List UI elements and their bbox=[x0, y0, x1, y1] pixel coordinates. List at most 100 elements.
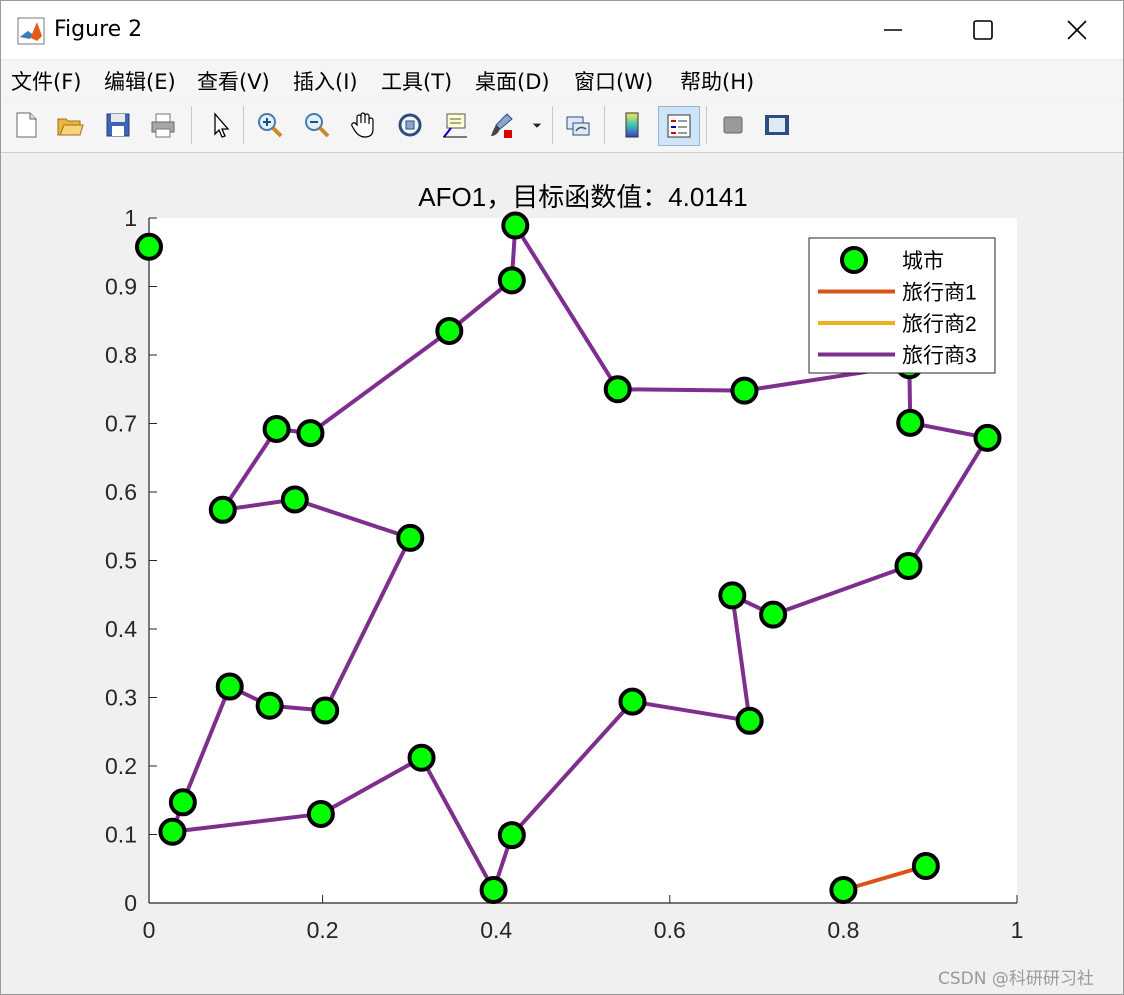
menu-desktop[interactable]: 桌面(D) bbox=[475, 66, 550, 96]
maximize-icon bbox=[973, 20, 993, 40]
x-tick-label: 0.6 bbox=[654, 917, 686, 943]
toolbar-separator bbox=[706, 106, 707, 144]
city-marker bbox=[759, 600, 788, 629]
city-marker bbox=[735, 706, 764, 735]
figure-window: Figure 2 文件(F) 编辑(E) 查看(V) 插入(I) 工具(T) 桌… bbox=[0, 0, 1124, 995]
hide-plot-tools-icon bbox=[723, 116, 743, 134]
zoom-in-icon bbox=[258, 113, 283, 138]
legend-label: 城市 bbox=[902, 250, 944, 273]
x-tick-label: 0 bbox=[143, 917, 156, 943]
y-tick-label: 0.4 bbox=[105, 616, 137, 642]
data-cursor-button[interactable] bbox=[438, 106, 472, 144]
watermark: CSDN @科研研习社 bbox=[938, 969, 1094, 989]
toolbar-separator bbox=[243, 106, 244, 144]
city-marker bbox=[280, 485, 309, 514]
y-tick-label: 0.9 bbox=[105, 274, 137, 300]
title-bar[interactable]: Figure 2 bbox=[1, 1, 1123, 59]
x-tick-label: 0.8 bbox=[827, 917, 859, 943]
city-marker bbox=[306, 799, 335, 828]
figure-canvas: AFO1，目标函数值：4.0141 0 0.2 0.4 0.6 0.8 1 0 0.1 0.2 0… bbox=[1, 153, 1123, 994]
city-marker bbox=[135, 232, 163, 261]
city-marker bbox=[255, 691, 284, 720]
city-marker bbox=[497, 266, 526, 295]
legend-icon bbox=[667, 114, 691, 138]
city-marker bbox=[435, 317, 464, 346]
city-marker bbox=[718, 581, 747, 610]
save-button[interactable] bbox=[101, 106, 135, 144]
brush-icon bbox=[491, 113, 513, 138]
minimize-icon bbox=[884, 29, 902, 31]
hide-plot-tools-button[interactable] bbox=[716, 106, 750, 144]
city-marker bbox=[479, 875, 508, 904]
menu-insert[interactable]: 插入(I) bbox=[293, 66, 358, 96]
menu-tools[interactable]: 工具(T) bbox=[381, 66, 452, 96]
y-tick-label: 0.5 bbox=[105, 548, 137, 574]
x-tick-label: 0.4 bbox=[480, 917, 512, 943]
city-marker bbox=[208, 495, 237, 524]
brush-dropdown-button[interactable] bbox=[527, 106, 547, 144]
colorbar-button[interactable] bbox=[615, 106, 649, 144]
city-marker bbox=[896, 408, 925, 437]
legend[interactable]: 城市旅行商1 旅行商2 旅行商3 bbox=[808, 237, 996, 374]
plot-title: AFO1，目标函数值：4.0141 bbox=[418, 182, 747, 212]
y-tick-label: 0.7 bbox=[105, 411, 137, 437]
new-figure-button[interactable] bbox=[9, 106, 43, 144]
x-tick-label: 0.2 bbox=[307, 917, 339, 943]
new-figure-icon bbox=[16, 112, 37, 138]
brush-button[interactable] bbox=[484, 106, 518, 144]
city-marker bbox=[497, 821, 526, 850]
rotate-3d-button[interactable] bbox=[393, 106, 427, 144]
print-button[interactable] bbox=[146, 106, 180, 144]
city-marker bbox=[501, 211, 530, 240]
city-marker bbox=[618, 687, 647, 716]
menu-view[interactable]: 查看(V) bbox=[197, 66, 270, 96]
legend-marker-city bbox=[840, 246, 868, 274]
menu-bar: 文件(F) 编辑(E) 查看(V) 插入(I) 工具(T) 桌面(D) 窗口(W… bbox=[1, 61, 1123, 150]
minimize-button[interactable] bbox=[863, 7, 923, 53]
open-file-button[interactable] bbox=[53, 106, 87, 144]
zoom-in-button[interactable] bbox=[253, 106, 287, 144]
legend-label: 旅行商2 bbox=[902, 313, 977, 336]
city-marker bbox=[730, 376, 759, 405]
rotate-3d-icon bbox=[398, 113, 422, 137]
show-plot-tools-button[interactable] bbox=[760, 106, 794, 144]
open-file-icon bbox=[57, 118, 84, 136]
legend-label: 旅行商1 bbox=[902, 282, 977, 305]
city-marker bbox=[603, 375, 632, 404]
city-marker bbox=[829, 875, 858, 904]
city-marker bbox=[168, 788, 197, 817]
window-title: Figure 2 bbox=[54, 17, 143, 42]
plot-axes[interactable]: AFO1，目标函数值：4.0141 0 0.2 0.4 0.6 0.8 1 0 0.1 0.2 0… bbox=[1, 153, 1123, 994]
save-icon bbox=[106, 113, 130, 137]
y-tick-label: 0.6 bbox=[105, 479, 137, 505]
show-plot-tools-icon bbox=[765, 115, 789, 135]
close-button[interactable] bbox=[1047, 7, 1107, 53]
city-marker bbox=[262, 414, 291, 443]
city-marker bbox=[215, 672, 244, 701]
pointer-button[interactable] bbox=[203, 106, 237, 144]
city-marker bbox=[311, 696, 340, 725]
legend-label: 旅行商3 bbox=[902, 345, 977, 368]
y-tick-label: 0.1 bbox=[105, 822, 137, 848]
city-marker bbox=[296, 419, 325, 448]
y-tick-label: 0.8 bbox=[105, 342, 137, 368]
zoom-out-button[interactable] bbox=[300, 106, 334, 144]
menu-file[interactable]: 文件(F) bbox=[11, 66, 81, 96]
city-marker bbox=[894, 551, 923, 580]
colorbar-icon bbox=[625, 112, 639, 138]
maximize-button[interactable] bbox=[953, 7, 1013, 53]
legend-button[interactable] bbox=[658, 106, 700, 146]
pan-button[interactable] bbox=[346, 106, 380, 144]
y-tick-label: 0.2 bbox=[105, 753, 137, 779]
city-marker bbox=[158, 817, 187, 846]
menu-edit[interactable]: 编辑(E) bbox=[104, 66, 176, 96]
y-tick-label: 0 bbox=[124, 890, 137, 916]
menu-window[interactable]: 窗口(W) bbox=[574, 66, 653, 96]
data-cursor-icon bbox=[443, 113, 467, 138]
close-icon bbox=[1067, 20, 1087, 40]
menu-help[interactable]: 帮助(H) bbox=[680, 66, 754, 96]
brush-dropdown-icon bbox=[532, 123, 542, 128]
matlab-logo-icon bbox=[17, 17, 45, 45]
link-plot-button[interactable] bbox=[561, 106, 595, 144]
city-marker bbox=[396, 523, 425, 552]
